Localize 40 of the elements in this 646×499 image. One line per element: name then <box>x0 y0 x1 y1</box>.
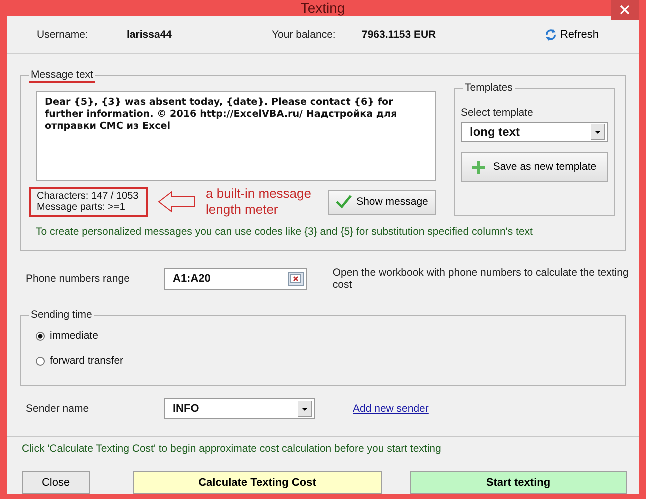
balance-label: Your balance: <box>272 28 337 40</box>
save-template-button[interactable]: Save as new template <box>461 152 608 182</box>
sender-name-label: Sender name <box>26 402 90 414</box>
templates-legend: Templates <box>463 82 515 94</box>
workbook-hint: Open the workbook with phone numbers to calculate the texting cost <box>332 267 630 291</box>
message-parts-count: Message parts: >=1 <box>37 202 126 213</box>
check-icon <box>336 195 352 209</box>
phone-range-field[interactable]: A1:A20 <box>164 268 307 290</box>
calculate-cost-button[interactable]: Calculate Texting Cost <box>133 471 382 494</box>
sending-time-option[interactable]: immediate <box>36 330 156 342</box>
select-template-label: Select template <box>461 107 534 119</box>
characters-count: Characters: 147 / 1053 <box>37 191 140 202</box>
range-picker-icon[interactable] <box>288 272 304 286</box>
sending-time-legend: Sending time <box>29 309 94 321</box>
close-icon[interactable] <box>611 0 639 20</box>
annotation-text: a built-in message length meter <box>206 186 312 218</box>
add-sender-link[interactable]: Add new sender <box>353 402 429 414</box>
arrow-icon <box>158 191 196 213</box>
radio-icon[interactable] <box>36 356 45 366</box>
message-text-field[interactable]: Dear {5}, {3} was absent today, {date}. Please contact {6} for further information. © 2016 http://ExcelVBA.ru/ Надстройка для отправки СМС из Excel <box>36 91 436 181</box>
refresh-icon <box>545 28 558 40</box>
caret-icon <box>591 124 605 140</box>
caret-icon <box>298 400 312 416</box>
phone-range-label: Phone numbers range <box>26 273 131 285</box>
window-title: Texting <box>300 0 346 16</box>
sender-dropdown[interactable]: INFO <box>164 398 315 419</box>
sending-time-option[interactable]: forward transfer <box>36 355 156 367</box>
substitution-hint: To create personalized messages you can use codes like {3} and {5} for substitution specified column's text <box>36 226 534 238</box>
radio-icon[interactable] <box>36 332 45 340</box>
plus-icon <box>472 160 486 174</box>
username-value: larissa44 <box>127 28 173 40</box>
close-button[interactable]: Close <box>22 471 90 494</box>
username-label: Username: <box>37 28 90 40</box>
cost-hint: Click 'Calculate Texting Cost' to begin approximate cost calculation before you start texting <box>22 443 442 455</box>
start-texting-button[interactable]: Start texting <box>410 471 627 494</box>
message-text-legend: Message text <box>29 69 96 83</box>
show-message-button[interactable]: Show message <box>328 190 436 214</box>
balance-value: 7963.1153 EUR <box>362 28 436 40</box>
template-dropdown[interactable]: long text <box>461 122 608 142</box>
refresh-button[interactable]: Refresh <box>545 28 599 40</box>
